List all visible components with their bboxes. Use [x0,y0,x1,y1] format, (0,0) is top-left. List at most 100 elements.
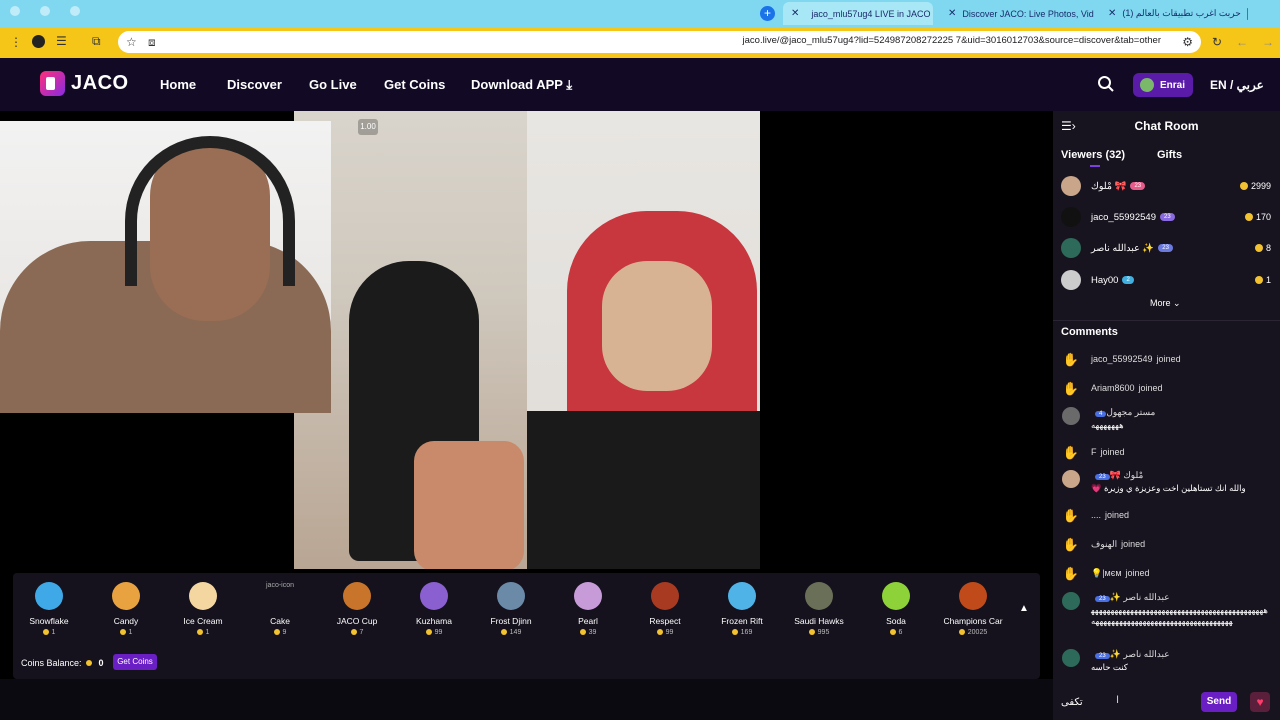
avatar [1061,207,1081,227]
more-viewers-button[interactable]: More ⌄ [1150,298,1181,309]
viewer-coins: 170 [1244,212,1271,222]
close-icon[interactable]: ✕ [791,8,799,19]
avatar [1062,592,1080,610]
nav-home[interactable]: Home [160,77,196,92]
window-max-dot[interactable] [70,6,80,16]
tab-gifts[interactable]: Gifts [1157,149,1182,161]
nav-discover[interactable]: Discover [227,77,282,92]
gift-item[interactable]: Frost Djinn 149 [476,580,546,636]
search-icon[interactable] [1097,75,1115,93]
level-badge: 4 [1095,411,1107,417]
close-icon[interactable]: ✕ [1108,8,1116,19]
new-tab-button[interactable]: + [760,6,775,21]
avatar [1061,176,1081,196]
comment-author[interactable]: مْلوك 🎀 [1110,470,1144,480]
gift-item[interactable]: Kuzhama 99 [399,580,469,636]
gift-price: 20025 [938,629,1008,636]
url-text[interactable]: jaco.live/@jaco_mlu57ug4?lid=52498720827… [743,35,1161,46]
gift-icon [189,582,217,610]
playback-speed[interactable]: 1.00 [358,119,378,135]
gift-item[interactable]: Saudi Hawks 995 [784,580,854,636]
language-switch[interactable]: EN / عربي [1210,78,1264,92]
gift-icon [112,582,140,610]
window-min-dot[interactable] [40,6,50,16]
comment-text: هههههههه [1091,420,1124,430]
gift-name: Respect [649,616,681,626]
viewer-row[interactable]: Hay00 2 1 [1061,269,1271,291]
nav-go-live[interactable]: Go Live [309,77,357,92]
chevron-up-icon[interactable]: ▲ [1016,603,1032,619]
gift-icon: jaco-icon [266,582,294,610]
gift-price: 7 [322,629,392,636]
back-icon[interactable]: ← [1236,35,1248,49]
comment-author[interactable]: jaco_55992549 [1091,354,1153,364]
gift-item[interactable]: Ice Cream 1 [168,580,238,636]
gift-item[interactable]: Snowflake 1 [14,580,84,636]
gift-price: 99 [630,629,700,636]
extension-icon[interactable] [32,35,45,48]
comment-author[interactable]: .... [1091,510,1101,520]
viewer-row[interactable]: عبدالله ناصر ✨ 23 8 [1061,237,1271,259]
level-badge: 23 [1130,182,1146,190]
gift-icon [805,582,833,610]
get-coins-button[interactable]: Get Coins [113,654,157,670]
video-guest-right [527,111,760,569]
comment-author[interactable]: عبدالله ناصر ✨ [1110,649,1170,659]
comment-author[interactable]: مستر مجهول [1106,407,1155,417]
joined-label: joined [1100,447,1125,457]
forward-icon[interactable]: → [1262,35,1274,49]
nav-download-app[interactable]: Download APP ⤓ [471,77,572,93]
joined-label: joined [1156,354,1181,364]
nav-get-coins[interactable]: Get Coins [384,77,445,92]
viewer-name: Hay00 [1091,274,1119,286]
gift-icon [728,582,756,610]
gift-item[interactable]: Champions Car 20025 [938,580,1008,636]
list-icon[interactable]: ☰ [56,34,67,48]
star-icon[interactable]: ☆ [126,35,137,49]
reload-icon[interactable]: ↻ [1212,35,1222,49]
comment-author[interactable]: عبدالله ناصر ✨ [1110,592,1170,602]
comment-author[interactable]: F [1091,447,1097,457]
level-badge: 2 [1122,276,1134,284]
tune-icon[interactable]: ⚙ [1182,35,1193,49]
level-badge: 23 [1095,596,1110,602]
viewer-row[interactable]: jaco_55992549 23 170 [1061,206,1271,228]
wave-icon: ✋ [1062,381,1080,396]
menu-dots-icon[interactable]: ⋮ [10,35,22,49]
coin-icon [656,629,663,636]
comment-author[interactable]: الهنوف [1091,539,1117,549]
jaco-logo[interactable]: JACO [40,71,129,96]
gift-item[interactable]: Soda 6 [861,580,931,636]
close-icon[interactable]: ✕ [948,8,956,19]
send-button[interactable]: Send [1201,692,1237,712]
tab-youtube[interactable]: ✕ (1) حربت اغرب تطبيقات بالعالم [1100,2,1255,25]
puzzle-icon[interactable]: ⧉ [92,34,101,48]
chat-input[interactable] [1061,692,1195,712]
tab-discover[interactable]: ✕ Discover JACO: Live Photos, Vid [940,2,1095,25]
comment-author[interactable]: Ariam8600 [1091,383,1135,393]
wave-icon: ✋ [1062,445,1080,460]
gift-item[interactable]: Pearl 39 [553,580,623,636]
gift-item[interactable]: Frozen Rift 169 [707,580,777,636]
comment-text: كنت حاسه [1091,662,1128,672]
comment-item: مستر مجهول4 هههههههه [1062,407,1272,431]
coin-icon [958,629,965,636]
omnibox[interactable]: ☆ ⧈ jaco.live/@jaco_mlu57ug4?lid=5249872… [118,31,1201,53]
gift-item[interactable]: Respect 99 [630,580,700,636]
gift-item[interactable]: Candy 1 [91,580,161,636]
avatar [1062,470,1080,488]
gift-item[interactable]: jaco-icon Cake 9 [245,580,315,636]
comment-author[interactable]: 💡|мєм [1091,568,1122,578]
tab-viewers[interactable]: Viewers (32) [1061,149,1125,161]
viewer-row[interactable]: مْلوك 🎀 23 2999 [1061,175,1271,197]
tab-jaco-live[interactable]: ✕ jaco_mlu57ug4 LIVE in JACO [783,2,933,25]
window-close-dot[interactable] [10,6,20,16]
gift-icon [420,582,448,610]
coin-icon [808,629,815,636]
like-heart-icon[interactable]: ♥ [1250,692,1270,712]
gift-icon [882,582,910,610]
site-info-icon[interactable]: ⧈ [148,35,156,49]
gift-item[interactable]: JACO Cup 7 [322,580,392,636]
coin-icon [1239,182,1248,190]
user-button[interactable]: Enrai [1133,73,1193,97]
